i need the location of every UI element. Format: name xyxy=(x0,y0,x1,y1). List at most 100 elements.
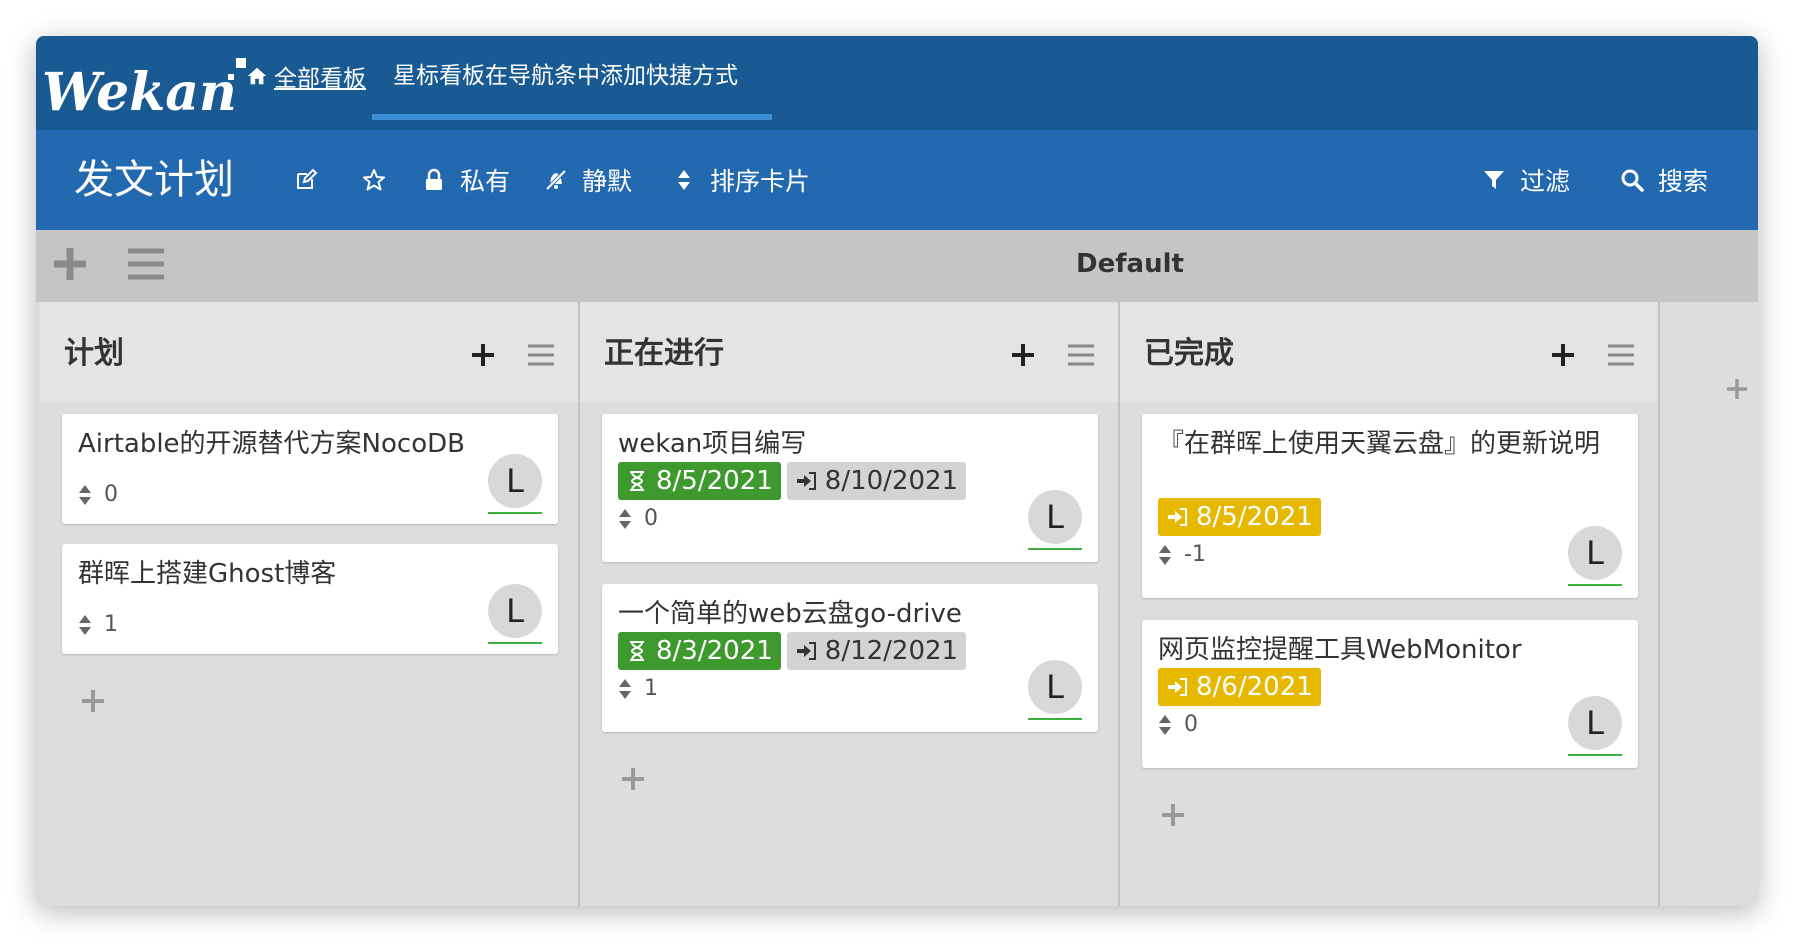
card-dates: 8/5/2021 xyxy=(1158,498,1321,536)
sort-value: 0 xyxy=(104,482,118,507)
list-menu-icon[interactable] xyxy=(1606,342,1636,368)
add-card-top-icon[interactable] xyxy=(1550,342,1576,368)
app-window: Wekan 全部看板 星标看板在导航条中添加快捷方式 发文计划 私有 静默 排序… xyxy=(36,36,1758,906)
avatar[interactable]: L xyxy=(488,454,542,508)
card-sort: -1 xyxy=(1158,542,1206,567)
sort-cards-button[interactable]: 排序卡片 xyxy=(672,156,810,204)
list-header: 计划 xyxy=(40,302,578,402)
privacy-button[interactable]: 私有 xyxy=(422,156,510,204)
search-label: 搜索 xyxy=(1658,167,1709,196)
top-navbar: Wekan 全部看板 星标看板在导航条中添加快捷方式 xyxy=(36,36,1758,130)
card-sort: 0 xyxy=(78,482,118,507)
avatar[interactable]: L xyxy=(1028,490,1082,544)
sort-icon xyxy=(678,170,690,190)
privacy-label: 私有 xyxy=(460,167,511,196)
board-header: 发文计划 私有 静默 排序卡片 过滤 搜索 xyxy=(36,130,1758,230)
filter-button[interactable]: 过滤 xyxy=(1482,156,1570,204)
card-sort: 0 xyxy=(1158,712,1198,737)
due-date: 8/12/2021 xyxy=(824,636,959,666)
edit-board-button[interactable] xyxy=(294,156,318,204)
sort-value: 0 xyxy=(1184,712,1198,737)
list-header: 已完成 xyxy=(1120,302,1658,402)
sort-icon xyxy=(79,484,91,505)
all-boards-link[interactable]: 全部看板 xyxy=(246,56,366,96)
sign-in-icon xyxy=(796,642,816,660)
filter-icon xyxy=(1484,171,1504,189)
filter-label: 过滤 xyxy=(1520,167,1571,196)
star-board-button[interactable] xyxy=(362,156,386,204)
received-date-badge[interactable]: 8/3/2021 xyxy=(618,632,781,670)
card-title: wekan项目编写 xyxy=(618,429,807,459)
avatar[interactable]: L xyxy=(1568,696,1622,750)
sort-icon xyxy=(1159,714,1171,735)
avatar[interactable]: L xyxy=(488,584,542,638)
due-date-badge[interactable]: 8/10/2021 xyxy=(786,462,967,500)
due-date: 8/10/2021 xyxy=(824,466,959,496)
end-date-badge[interactable]: 8/5/2021 xyxy=(1158,498,1321,536)
sort-icon xyxy=(1159,544,1171,565)
list-in-progress: 正在进行 wekan项目编写 8/5/2021 8/10/2021 0 L 一个… xyxy=(580,302,1120,906)
list-title[interactable]: 正在进行 xyxy=(604,332,724,376)
avatar[interactable]: L xyxy=(1028,660,1082,714)
card-sort: 0 xyxy=(618,506,658,531)
hourglass-icon xyxy=(630,641,644,661)
sort-cards-label: 排序卡片 xyxy=(710,167,811,196)
logo-text: Wekan xyxy=(42,62,237,122)
watch-button[interactable]: 静默 xyxy=(544,156,632,204)
wekan-logo[interactable]: Wekan xyxy=(38,52,258,122)
end-date-badge[interactable]: 8/6/2021 xyxy=(1158,668,1321,706)
received-date-badge[interactable]: 8/5/2021 xyxy=(618,462,781,500)
list-menu-icon[interactable] xyxy=(1066,342,1096,368)
due-date-badge[interactable]: 8/12/2021 xyxy=(786,632,967,670)
card-title: 『在群晖上使用天翼云盘』的更新说明 xyxy=(1158,429,1601,459)
card-title: 一个简单的web云盘go-drive xyxy=(618,599,962,629)
board-title[interactable]: 发文计划 xyxy=(74,152,234,208)
sort-value: 1 xyxy=(644,676,658,701)
add-swimlane-icon[interactable] xyxy=(50,244,90,284)
sign-in-icon xyxy=(796,472,816,490)
avatar-status-line xyxy=(1568,754,1622,756)
avatar-status-line xyxy=(1568,584,1622,586)
avatar-status-line xyxy=(488,512,542,514)
avatar-status-line xyxy=(1028,548,1082,550)
hourglass-icon xyxy=(630,471,644,491)
list-title[interactable]: 计划 xyxy=(64,332,124,376)
card[interactable]: Airtable的开源替代方案NocoDB 0 L xyxy=(62,414,558,524)
list-title[interactable]: 已完成 xyxy=(1144,332,1234,376)
home-icon xyxy=(247,67,267,85)
avatar[interactable]: L xyxy=(1568,526,1622,580)
watch-label: 静默 xyxy=(582,167,633,196)
add-card-icon[interactable] xyxy=(620,766,646,792)
card-title: 网页监控提醒工具WebMonitor xyxy=(1158,635,1522,665)
list-menu-icon[interactable] xyxy=(526,342,556,368)
card-dates: 8/3/2021 8/12/2021 xyxy=(618,632,967,670)
sort-icon xyxy=(619,678,631,699)
sort-value: 0 xyxy=(644,506,658,531)
card[interactable]: 一个简单的web云盘go-drive 8/3/2021 8/12/2021 1 … xyxy=(602,584,1098,732)
avatar-status-line xyxy=(1028,718,1082,720)
sign-in-icon xyxy=(1168,508,1187,526)
add-card-icon[interactable] xyxy=(80,688,106,714)
card[interactable]: wekan项目编写 8/5/2021 8/10/2021 0 L xyxy=(602,414,1098,562)
card[interactable]: 网页监控提醒工具WebMonitor 8/6/2021 0 L xyxy=(1142,620,1638,768)
add-card-top-icon[interactable] xyxy=(470,342,496,368)
swimlane-menu-icon[interactable] xyxy=(124,244,168,284)
card[interactable]: 群晖上搭建Ghost博客 1 L xyxy=(62,544,558,654)
search-icon xyxy=(1621,169,1644,192)
lock-icon xyxy=(426,168,442,190)
search-button[interactable]: 搜索 xyxy=(1620,156,1708,204)
sort-icon xyxy=(619,508,631,529)
add-list-icon[interactable] xyxy=(1726,378,1748,400)
add-card-top-icon[interactable] xyxy=(1010,342,1036,368)
card-title: 群晖上搭建Ghost博客 xyxy=(78,559,337,589)
sort-value: -1 xyxy=(1184,542,1206,567)
bell-slash-icon xyxy=(545,169,567,191)
star-icon xyxy=(363,169,385,191)
card[interactable]: 『在群晖上使用天翼云盘』的更新说明 8/5/2021 -1 L xyxy=(1142,414,1638,598)
add-card-icon[interactable] xyxy=(1160,802,1186,828)
list-header: 正在进行 xyxy=(580,302,1118,402)
card-dates: 8/6/2021 xyxy=(1158,668,1321,706)
edit-icon xyxy=(297,168,318,189)
avatar-status-line xyxy=(488,642,542,644)
sort-icon xyxy=(79,614,91,635)
